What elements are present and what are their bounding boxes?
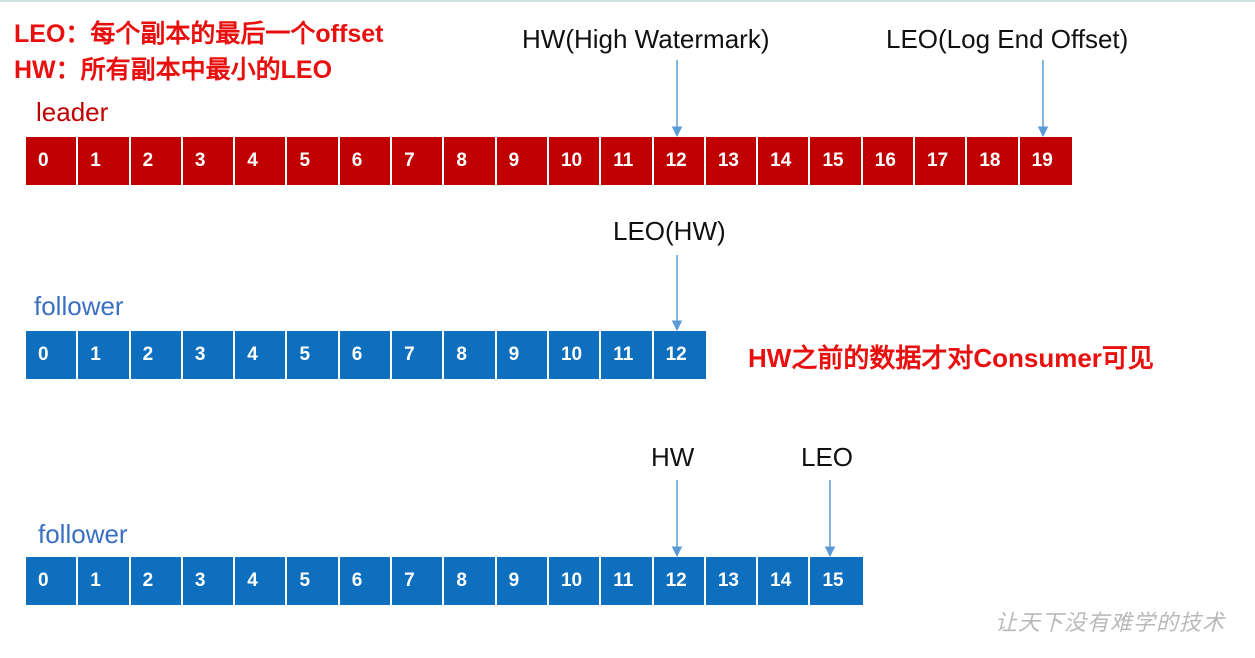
watermark: 让天下没有难学的技术	[994, 611, 1225, 636]
arrows	[671, 60, 1049, 558]
